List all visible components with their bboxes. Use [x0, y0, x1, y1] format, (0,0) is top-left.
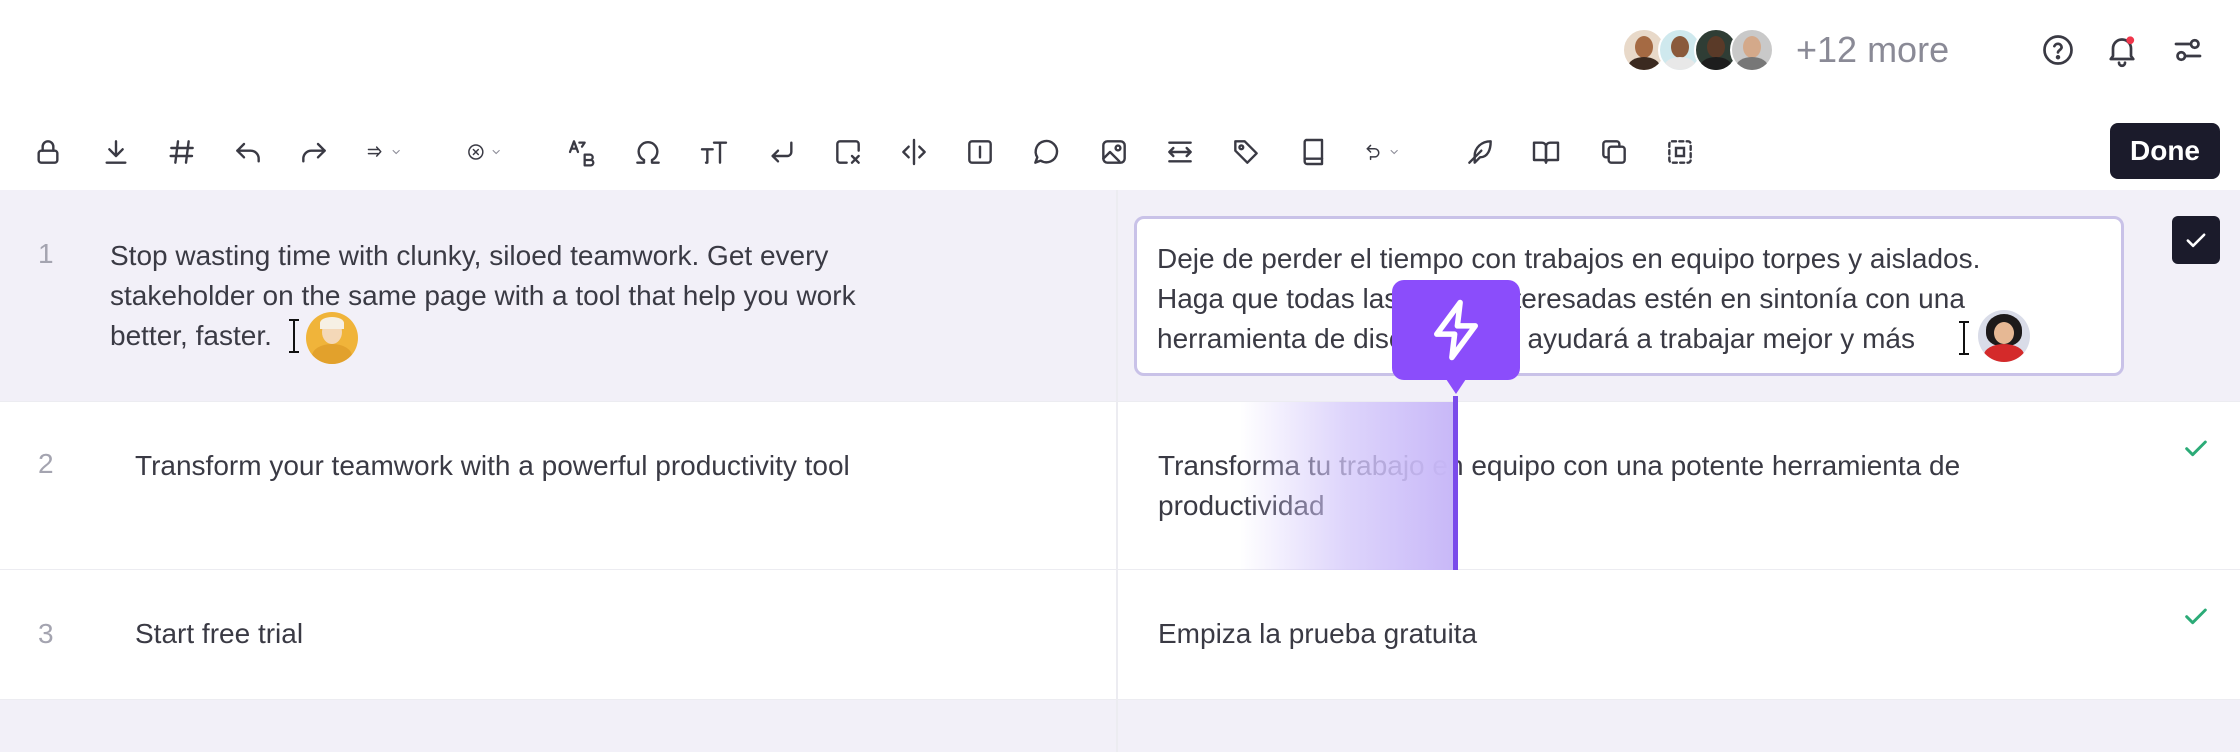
- redo-icon[interactable]: [298, 134, 334, 170]
- avatar[interactable]: [1730, 28, 1774, 72]
- case-icon[interactable]: [566, 134, 602, 170]
- segment-row-4[interactable]: [0, 700, 2240, 752]
- download-icon[interactable]: [100, 134, 136, 170]
- split-icon[interactable]: [898, 134, 934, 170]
- row-number: 1: [38, 238, 54, 269]
- settings-icon[interactable]: [2170, 32, 2206, 68]
- collaborator-cursor-avatar: [306, 312, 358, 364]
- top-bar: +12 more: [0, 0, 2240, 100]
- target-text[interactable]: Deje de perder el tiempo con trabajos en…: [1157, 239, 1980, 359]
- image-icon[interactable]: [1098, 134, 1134, 170]
- comment-icon[interactable]: [1030, 134, 1066, 170]
- lock-icon[interactable]: [32, 134, 68, 170]
- confirmed-check-icon: [2185, 608, 2207, 625]
- revert-dropdown-icon[interactable]: [1364, 134, 1400, 170]
- row-number: 3: [38, 618, 54, 649]
- text-size-icon[interactable]: [698, 134, 734, 170]
- row-number: 2: [38, 448, 54, 479]
- source-text[interactable]: Stop wasting time with clunky, siloed te…: [110, 236, 856, 356]
- select-icon[interactable]: [1664, 134, 1700, 170]
- target-text[interactable]: Empiza la prueba gratuita: [1158, 614, 1477, 654]
- lightning-icon: [1434, 299, 1478, 361]
- transition-bar: [1453, 396, 1458, 570]
- collaborator-cursor-avatar: [1978, 310, 2030, 362]
- undo-icon[interactable]: [232, 134, 268, 170]
- translation-editor[interactable]: Deje de perder el tiempo con trabajos en…: [1134, 216, 2124, 376]
- copy-icon[interactable]: [1598, 134, 1634, 170]
- done-button[interactable]: Done: [2110, 123, 2220, 179]
- editor-toolbar: [0, 122, 2240, 182]
- collaborator-avatars[interactable]: [1622, 28, 1774, 72]
- arrow-right-dropdown-icon[interactable]: [366, 134, 402, 170]
- source-text[interactable]: Start free trial: [135, 614, 303, 654]
- feather-icon[interactable]: [1464, 134, 1500, 170]
- open-book-icon[interactable]: [1530, 134, 1566, 170]
- info-box-icon[interactable]: [964, 134, 1000, 170]
- segment-row-2[interactable]: 2 Transform your teamwork with a powerfu…: [0, 402, 2240, 570]
- segment-row-3[interactable]: 3 Start free trial Empiza la prueba grat…: [0, 570, 2240, 700]
- confirm-segment-button[interactable]: [2172, 216, 2220, 264]
- hash-icon[interactable]: [166, 134, 202, 170]
- badge-pointer: [1444, 376, 1468, 394]
- help-icon[interactable]: [2040, 32, 2076, 68]
- source-text[interactable]: Transform your teamwork with a powerful …: [135, 446, 850, 486]
- tag-icon[interactable]: [1230, 134, 1266, 170]
- clear-circle-dropdown-icon[interactable]: [466, 134, 502, 170]
- omega-icon[interactable]: [632, 134, 668, 170]
- more-collaborators-count[interactable]: +12 more: [1796, 28, 1949, 72]
- check-icon: [2186, 233, 2206, 248]
- text-cursor-icon: [289, 319, 299, 353]
- text-cursor-icon: [1959, 321, 1969, 355]
- wrap-icon[interactable]: [1164, 134, 1200, 170]
- column-divider: [1116, 190, 1118, 752]
- enter-icon[interactable]: [766, 134, 802, 170]
- bell-icon[interactable]: [2104, 32, 2140, 68]
- ai-translate-button[interactable]: [1392, 280, 1520, 380]
- confirmed-check-icon: [2185, 440, 2207, 457]
- transition-glow: [1240, 402, 1453, 570]
- book-icon[interactable]: [1298, 134, 1334, 170]
- clear-box-icon[interactable]: [832, 134, 868, 170]
